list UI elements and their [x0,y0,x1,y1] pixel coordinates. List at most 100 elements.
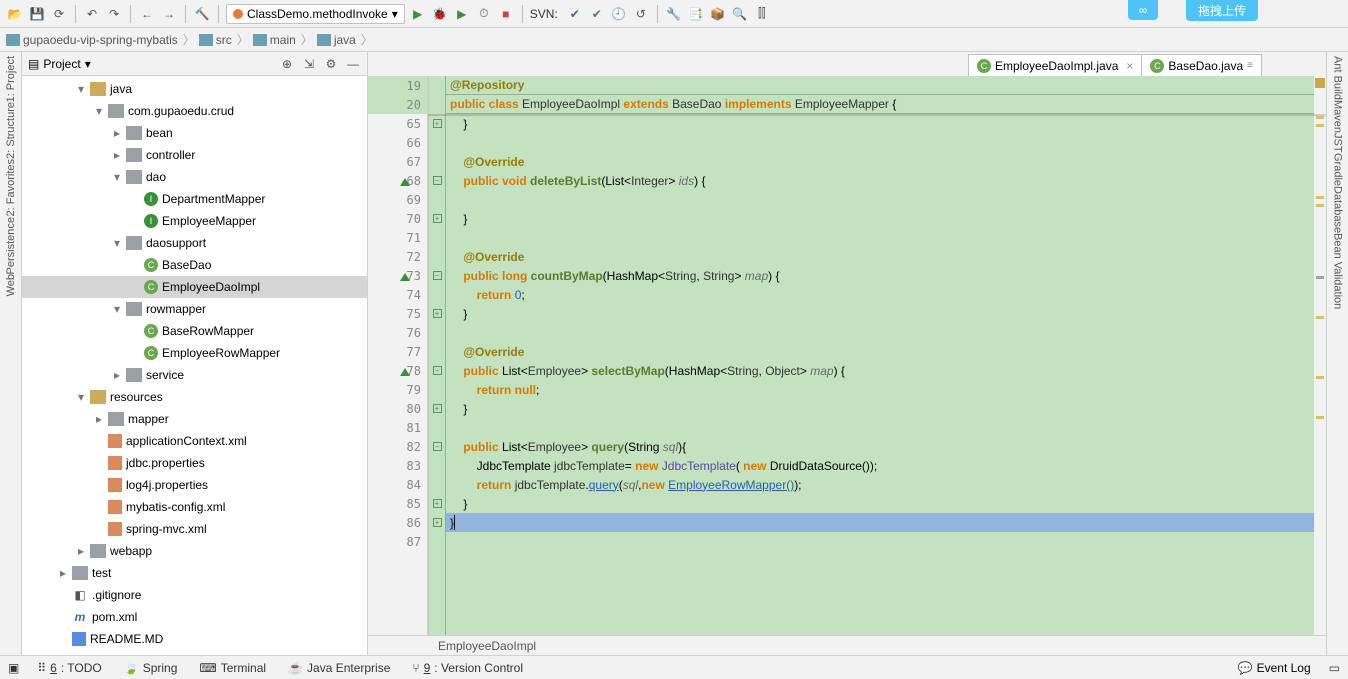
line-gutter[interactable]: 1920656667686970717273747576777879808182… [368,76,428,635]
tree-twistie[interactable]: ▸ [112,368,122,382]
wrench-icon[interactable]: 🔧 [665,5,683,23]
tree-node[interactable]: ▸mapper [22,408,367,430]
fold-toggle-icon[interactable]: − [433,366,442,375]
chevron-down-icon[interactable]: ▾ [85,57,91,71]
statusbar-button[interactable]: ⌨ Terminal [199,661,266,675]
code-line[interactable]: @Repository [446,76,1326,95]
tree-twistie[interactable]: ▸ [112,148,122,162]
tree-node[interactable]: ▸webapp [22,540,367,562]
statusbar-button[interactable]: ⑂ 9: Version Control [412,661,523,675]
tree-node[interactable]: applicationContext.xml [22,430,367,452]
tree-node[interactable]: ▾dao [22,166,367,188]
code-line[interactable]: } [446,399,1326,418]
rail-button[interactable]: Web [5,274,17,296]
tree-node[interactable]: ◧.gitignore [22,584,367,606]
code-line[interactable]: JdbcTemplate jdbcTemplate= new JdbcTempl… [446,456,1326,475]
svn-commit-icon[interactable]: ✔ [588,5,606,23]
fold-toggle-icon[interactable]: + [433,518,442,527]
tree-twistie[interactable]: ▾ [112,170,122,184]
code-line[interactable]: public void deleteByList(List<Integer> i… [446,171,1326,190]
open-icon[interactable]: 📂 [6,5,24,23]
code-line[interactable]: } [446,304,1326,323]
statusbar-button[interactable]: ☕ Java Enterprise [288,661,390,675]
tree-node[interactable]: CBaseDao [22,254,367,276]
fold-toggle-icon[interactable]: − [433,176,442,185]
code-line[interactable] [446,190,1326,209]
close-icon[interactable]: × [1126,59,1133,73]
editor-tab[interactable]: CEmployeeDaoImpl.java× [968,54,1142,76]
code-line[interactable]: public List<Employee> selectByMap(HashMa… [446,361,1326,380]
rail-button[interactable]: Database [1332,186,1344,233]
save-icon[interactable]: 💾 [28,5,46,23]
tree-twistie[interactable]: ▸ [58,566,68,580]
editor-tab[interactable]: CBaseDao.java≡ [1141,54,1262,76]
undo-icon[interactable]: ↶ [83,5,101,23]
rail-button[interactable]: Ant Build [1332,56,1344,100]
override-marker-icon[interactable] [400,366,410,376]
statusbar-button[interactable]: 🍃 Spring [124,661,178,675]
tree-node[interactable]: CEmployeeDaoImpl [22,276,367,298]
run-icon[interactable]: ▶ [409,5,427,23]
code-line[interactable]: return 0; [446,285,1326,304]
tree-node[interactable]: ▸bean [22,122,367,144]
code-line[interactable]: public class EmployeeDaoImpl extends Bas… [446,95,1326,114]
tree-node[interactable]: CBaseRowMapper [22,320,367,342]
toolwin-toggle-icon[interactable]: ▣ [8,661,19,675]
forward-icon[interactable]: → [160,5,178,23]
code-line[interactable]: @Override [446,342,1326,361]
stop-icon[interactable]: ■ [497,5,515,23]
tree-node[interactable]: log4j.properties [22,474,367,496]
override-marker-icon[interactable] [400,271,410,281]
tree-node[interactable]: ▸test [22,562,367,584]
tree-node[interactable]: spring-mvc.xml [22,518,367,540]
svn-history-icon[interactable]: 🕘 [610,5,628,23]
redo-icon[interactable]: ↷ [105,5,123,23]
search-icon[interactable]: 🔍 [731,5,749,23]
project-tree[interactable]: ▾java▾com.gupaoedu.crud▸bean▸controller▾… [22,76,367,655]
tree-twistie[interactable]: ▾ [76,82,86,96]
code-line[interactable] [446,323,1326,342]
code-content[interactable]: @Repositorypublic class EmployeeDaoImpl … [446,76,1326,635]
hide-icon[interactable]: — [345,56,361,72]
rail-button[interactable]: Maven [1332,100,1344,133]
rail-button[interactable]: 2: Favorites [5,159,17,216]
code-line[interactable]: public long countByMap(HashMap<String, S… [446,266,1326,285]
fold-toggle-icon[interactable]: + [433,214,442,223]
tree-twistie[interactable]: ▾ [112,302,122,316]
tree-node[interactable]: ▸controller [22,144,367,166]
code-line[interactable]: public List<Employee> query(String sql){ [446,437,1326,456]
code-line[interactable] [446,532,1326,551]
code-line[interactable]: @Override [446,247,1326,266]
tree-node[interactable]: IDepartmentMapper [22,188,367,210]
tree-twistie[interactable]: ▾ [94,104,104,118]
tree-twistie[interactable]: ▸ [112,126,122,140]
tree-node[interactable]: ▾com.gupaoedu.crud [22,100,367,122]
upload-infinity-icon[interactable]: ∞ [1128,0,1158,20]
tree-node[interactable]: mybatis-config.xml [22,496,367,518]
back-icon[interactable]: ← [138,5,156,23]
build-icon[interactable]: 🔨 [193,5,211,23]
tree-node[interactable]: jdbc.properties [22,452,367,474]
fold-toggle-icon[interactable]: + [433,309,442,318]
fold-toggle-icon[interactable]: + [433,404,442,413]
fold-toggle-icon[interactable]: + [433,119,442,128]
run-config-selector[interactable]: ClassDemo.methodInvoke ▾ [226,4,405,24]
tree-node[interactable]: ▾resources [22,386,367,408]
gear-icon[interactable]: ⚙ [323,56,339,72]
upload-pill[interactable]: 拖拽上传 [1186,0,1258,21]
editor-breadcrumb[interactable]: EmployeeDaoImpl [368,635,1326,655]
code-line[interactable]: } [446,209,1326,228]
code-editor[interactable]: 1920656667686970717273747576777879808182… [368,76,1326,635]
svn-revert-icon[interactable]: ↺ [632,5,650,23]
breadcrumb-item[interactable]: java〉 [317,31,375,48]
code-line[interactable]: return null; [446,380,1326,399]
code-line[interactable]: } [446,114,1326,133]
svn-update-icon[interactable]: ✔ [566,5,584,23]
debug-icon[interactable]: 🐞 [431,5,449,23]
tree-node[interactable]: README.MD [22,628,367,650]
tree-node[interactable]: ▾daosupport [22,232,367,254]
inspection-indicator-icon[interactable] [1315,78,1325,88]
tree-node[interactable]: mpom.xml [22,606,367,628]
code-line[interactable]: return jdbcTemplate.query(sql,new Employ… [446,475,1326,494]
statusbar-button[interactable]: ⠿ 6: TODO [37,661,101,675]
